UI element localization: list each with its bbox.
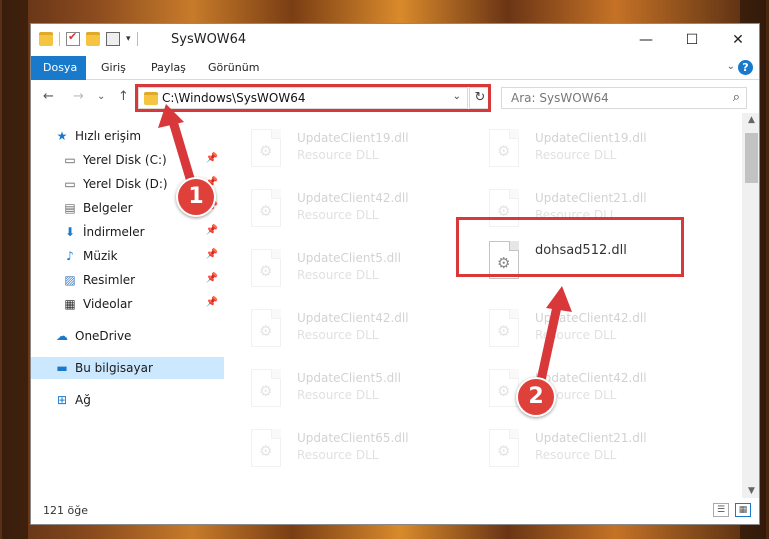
- arrow-1-shaft: [167, 113, 197, 190]
- annotation-marker-1: 1: [176, 177, 216, 217]
- arrow-2-shaft: [535, 297, 563, 390]
- annotation-marker-2: 2: [516, 377, 556, 417]
- arrow-2-head: [546, 286, 572, 312]
- annotation-arrows: [158, 104, 572, 390]
- arrow-1-head: [158, 104, 184, 128]
